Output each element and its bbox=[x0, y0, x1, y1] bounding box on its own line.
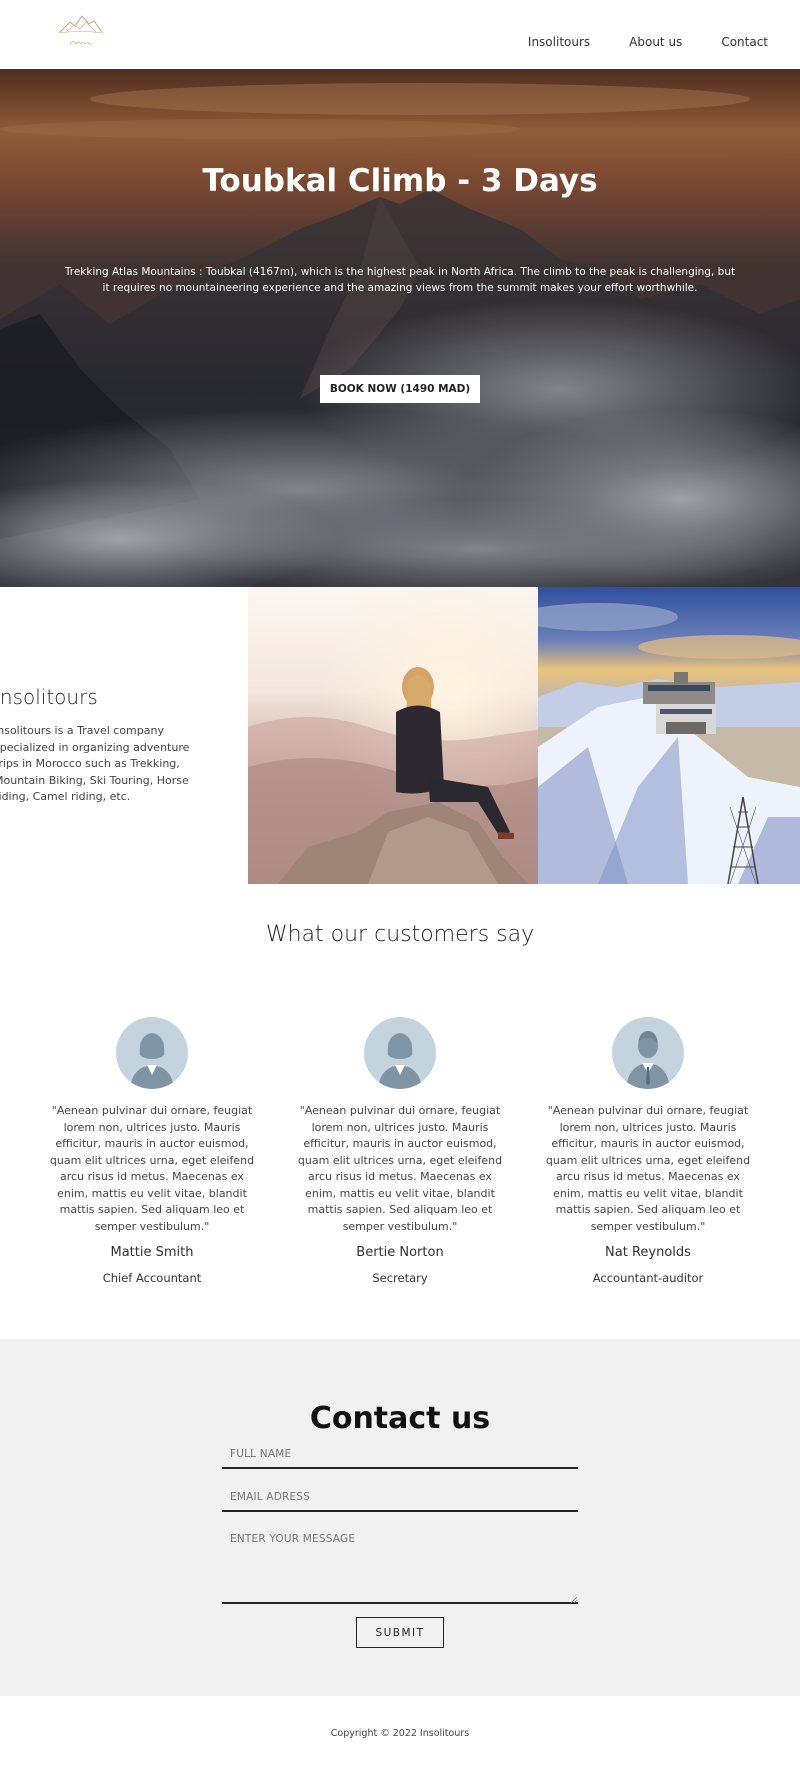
testimonial-quote: "Aenean pulvinar dui ornare, feugiat lor… bbox=[297, 1104, 503, 1233]
about-text: Insolitours is a Travel company speciali… bbox=[0, 724, 190, 803]
testimonials-list: "Aenean pulvinar dui ornare, feugiat lor… bbox=[0, 1017, 800, 1285]
male-avatar-icon bbox=[612, 1017, 684, 1089]
logo[interactable] bbox=[56, 10, 106, 54]
contact-section: Contact us SUBMIT bbox=[0, 1339, 800, 1696]
testimonial-card: "Aenean pulvinar dui ornare, feugiat lor… bbox=[543, 1017, 753, 1285]
full-name-input[interactable] bbox=[222, 1441, 578, 1469]
submit-button[interactable]: SUBMIT bbox=[356, 1617, 444, 1648]
top-navbar: Insolitours About us Contact bbox=[0, 0, 800, 69]
mountain-hero-image bbox=[0, 69, 800, 587]
testimonial-card: "Aenean pulvinar dui ornare, feugiat lor… bbox=[47, 1017, 257, 1285]
testimonial-name: Mattie Smith bbox=[110, 1245, 194, 1260]
testimonial-role: Accountant-auditor bbox=[592, 1271, 704, 1285]
testimonial-role: Secretary bbox=[372, 1271, 428, 1285]
book-now-button[interactable]: BOOK NOW (1490 MAD) bbox=[320, 375, 480, 403]
nav-links: Insolitours About us Contact bbox=[528, 35, 768, 49]
message-textarea[interactable] bbox=[222, 1527, 578, 1604]
hero-title: Toubkal Climb - 3 Days bbox=[202, 163, 598, 199]
testimonial-quote: "Aenean pulvinar dui ornare, feugiat lor… bbox=[49, 1104, 255, 1233]
testimonials-title: What our customers say bbox=[265, 922, 535, 947]
contact-title: Contact us bbox=[309, 1401, 491, 1436]
testimonial-name: Nat Reynolds bbox=[605, 1245, 691, 1260]
resize-grip-icon[interactable] bbox=[570, 1596, 577, 1603]
mountain-logo-icon bbox=[57, 15, 105, 46]
testimonial-quote: "Aenean pulvinar dui ornare, feugiat lor… bbox=[545, 1104, 751, 1233]
nav-link-insolitours[interactable]: Insolitours bbox=[528, 35, 590, 49]
hero-description: Trekking Atlas Mountains : Toubkal (4167… bbox=[64, 266, 736, 294]
about-section: Insolitours Insolitours is a Travel comp… bbox=[0, 587, 800, 884]
testimonial-name: Bertie Norton bbox=[356, 1245, 444, 1260]
nav-link-about-us[interactable]: About us bbox=[629, 35, 682, 49]
woman-on-rock-image bbox=[248, 587, 538, 884]
email-input[interactable] bbox=[222, 1484, 578, 1512]
footer-copyright: Copyright © 2022 Insolitours bbox=[330, 1728, 470, 1739]
about-title: Insolitours bbox=[0, 685, 98, 709]
nav-link-contact[interactable]: Contact bbox=[721, 35, 768, 49]
hero-section: Toubkal Climb - 3 Days Trekking Atlas Mo… bbox=[0, 69, 800, 587]
snowy-summit-station-image bbox=[538, 587, 800, 884]
female-avatar-icon bbox=[364, 1017, 436, 1089]
testimonial-role: Chief Accountant bbox=[102, 1271, 202, 1285]
testimonial-card: "Aenean pulvinar dui ornare, feugiat lor… bbox=[295, 1017, 505, 1285]
female-avatar-icon bbox=[116, 1017, 188, 1089]
